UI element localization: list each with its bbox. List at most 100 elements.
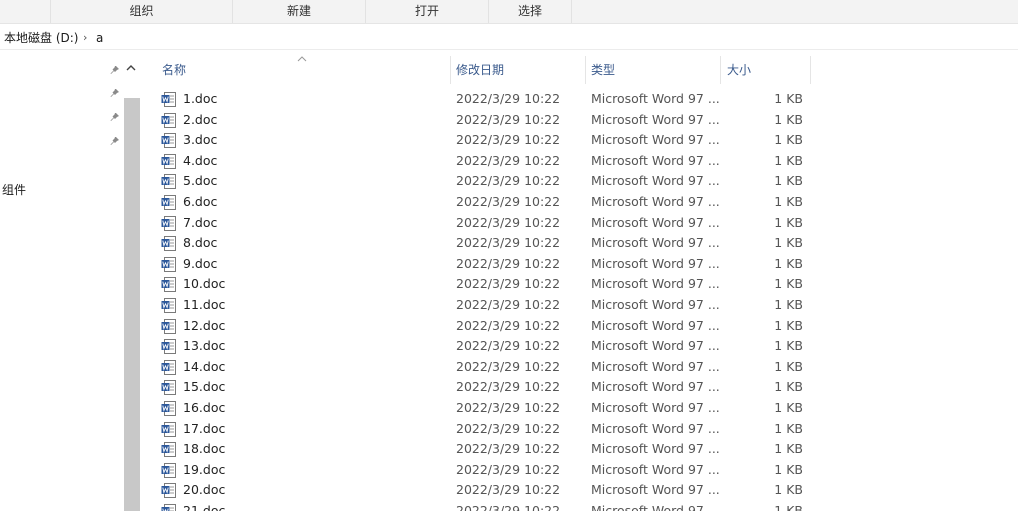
word-document-icon [161, 236, 176, 252]
nav-scrollbar-thumb[interactable] [124, 98, 140, 511]
file-row[interactable]: 21.doc 2022/3/29 10:22 Microsoft Word 97 .… [150, 501, 818, 511]
file-row[interactable]: 18.doc 2022/3/29 10:22 Microsoft Word 97 .… [150, 439, 818, 460]
column-divider[interactable] [720, 56, 721, 84]
file-modified-date: 2022/3/29 10:22 [456, 91, 561, 106]
pin-icon[interactable] [110, 112, 120, 122]
file-row[interactable]: 4.doc 2022/3/29 10:22 Microsoft Word 97 ..… [150, 151, 818, 172]
file-name: 6.doc [183, 194, 218, 209]
file-name: 9.doc [183, 255, 218, 271]
breadcrumb-drive[interactable]: 本地磁盘 (D:) [4, 27, 78, 49]
word-document-icon [161, 421, 176, 437]
pin-icon[interactable] [110, 136, 120, 146]
file-modified-date: 2022/3/29 10:22 [456, 379, 561, 395]
file-size: 1 KB [774, 132, 803, 148]
file-row[interactable]: 17.doc 2022/3/29 10:22 Microsoft Word 97 .… [150, 419, 818, 440]
file-row[interactable]: 11.doc 2022/3/29 10:22 Microsoft Word 97 .… [150, 295, 818, 316]
breadcrumb-chevron-icon[interactable]: › [83, 27, 87, 49]
column-header-size[interactable]: 大小 [727, 56, 751, 84]
scroll-up-arrow-icon[interactable] [124, 59, 138, 71]
column-header-date[interactable]: 修改日期 [456, 56, 504, 84]
ribbon-group-new[interactable]: 新建 [232, 0, 365, 23]
file-size: 1 KB [774, 255, 803, 271]
column-divider[interactable] [585, 56, 586, 84]
file-row[interactable]: 8.doc 2022/3/29 10:22 Microsoft Word 97 ..… [150, 233, 818, 254]
file-modified-date: 2022/3/29 10:22 [456, 420, 561, 436]
file-size: 1 KB [774, 358, 803, 374]
file-type: Microsoft Word 97 ... [591, 441, 720, 457]
file-size: 1 KB [774, 503, 803, 511]
file-modified-date: 2022/3/29 10:22 [456, 255, 561, 271]
column-divider[interactable] [450, 56, 451, 84]
file-row[interactable]: 6.doc 2022/3/29 10:22 Microsoft Word 97 ..… [150, 192, 818, 213]
file-modified-date: 2022/3/29 10:22 [456, 400, 561, 415]
word-document-icon [161, 339, 176, 355]
file-modified-date: 2022/3/29 10:22 [456, 276, 561, 292]
file-name: 1.doc [183, 91, 218, 106]
file-row[interactable]: 2.doc 2022/3/29 10:22 Microsoft Word 97 ..… [150, 110, 818, 131]
word-document-icon [161, 256, 176, 272]
file-size: 1 KB [774, 235, 803, 251]
file-modified-date: 2022/3/29 10:22 [456, 358, 561, 374]
ribbon-group-organize[interactable]: 组织 [50, 0, 232, 23]
file-type: Microsoft Word 97 ... [591, 461, 720, 477]
file-modified-date: 2022/3/29 10:22 [456, 235, 561, 251]
file-row[interactable]: 15.doc 2022/3/29 10:22 Microsoft Word 97 .… [150, 377, 818, 398]
file-name: 13.doc [183, 338, 226, 354]
column-header-type[interactable]: 类型 [591, 56, 615, 84]
file-name: 3.doc [183, 132, 218, 148]
ribbon-group-open[interactable]: 打开 [365, 0, 488, 23]
file-modified-date: 2022/3/29 10:22 [456, 297, 561, 312]
file-name: 19.doc [183, 461, 226, 477]
nav-item-components[interactable]: 组件 [2, 181, 26, 198]
file-size: 1 KB [774, 400, 803, 415]
file-row[interactable]: 14.doc 2022/3/29 10:22 Microsoft Word 97 .… [150, 357, 818, 378]
file-modified-date: 2022/3/29 10:22 [456, 482, 561, 498]
file-name: 18.doc [183, 441, 226, 457]
file-size: 1 KB [774, 297, 803, 312]
file-row[interactable]: 19.doc 2022/3/29 10:22 Microsoft Word 97 .… [150, 460, 818, 481]
file-type: Microsoft Word 97 ... [591, 276, 720, 292]
file-name: 14.doc [183, 358, 226, 374]
file-row[interactable]: 5.doc 2022/3/29 10:22 Microsoft Word 97 ..… [150, 171, 818, 192]
file-type: Microsoft Word 97 ... [591, 255, 720, 271]
file-row[interactable]: 9.doc 2022/3/29 10:22 Microsoft Word 97 ..… [150, 254, 818, 275]
word-document-icon [161, 112, 176, 128]
breadcrumb-folder[interactable]: a [96, 27, 103, 49]
file-size: 1 KB [774, 441, 803, 457]
ribbon-group-select[interactable]: 选择 [488, 0, 572, 23]
pin-icon[interactable] [110, 88, 120, 98]
file-type: Microsoft Word 97 ... [591, 235, 720, 251]
navigation-pane: 组件 [0, 50, 140, 511]
file-row[interactable]: 12.doc 2022/3/29 10:22 Microsoft Word 97 .… [150, 316, 818, 337]
file-modified-date: 2022/3/29 10:22 [456, 194, 561, 209]
file-modified-date: 2022/3/29 10:22 [456, 317, 561, 333]
column-divider[interactable] [810, 56, 811, 84]
file-size: 1 KB [774, 173, 803, 189]
file-row[interactable]: 13.doc 2022/3/29 10:22 Microsoft Word 97 .… [150, 336, 818, 357]
file-type: Microsoft Word 97 ... [591, 214, 720, 230]
file-row[interactable]: 1.doc 2022/3/29 10:22 Microsoft Word 97 ..… [150, 89, 818, 110]
file-name: 17.doc [183, 420, 226, 436]
file-row[interactable]: 3.doc 2022/3/29 10:22 Microsoft Word 97 ..… [150, 130, 818, 151]
file-name: 8.doc [183, 235, 218, 251]
file-size: 1 KB [774, 214, 803, 230]
file-row[interactable]: 10.doc 2022/3/29 10:22 Microsoft Word 97 .… [150, 274, 818, 295]
pin-icon[interactable] [110, 65, 120, 75]
file-row[interactable]: 16.doc 2022/3/29 10:22 Microsoft Word 97 .… [150, 398, 818, 419]
file-size: 1 KB [774, 317, 803, 333]
column-header-name[interactable]: 名称 [162, 56, 186, 84]
file-row[interactable]: 20.doc 2022/3/29 10:22 Microsoft Word 97 .… [150, 480, 818, 501]
word-document-icon [161, 359, 176, 375]
file-modified-date: 2022/3/29 10:22 [456, 503, 561, 511]
file-type: Microsoft Word 97 ... [591, 297, 720, 312]
file-name: 7.doc [183, 214, 218, 230]
file-size: 1 KB [774, 152, 803, 168]
file-name: 21.doc [183, 503, 226, 511]
file-type: Microsoft Word 97 ... [591, 503, 720, 511]
word-document-icon [161, 277, 176, 293]
file-row[interactable]: 7.doc 2022/3/29 10:22 Microsoft Word 97 ..… [150, 213, 818, 234]
address-bar[interactable]: 本地磁盘 (D:) › a [0, 27, 1018, 50]
file-modified-date: 2022/3/29 10:22 [456, 338, 561, 354]
file-type: Microsoft Word 97 ... [591, 400, 720, 415]
word-document-icon [161, 504, 176, 511]
